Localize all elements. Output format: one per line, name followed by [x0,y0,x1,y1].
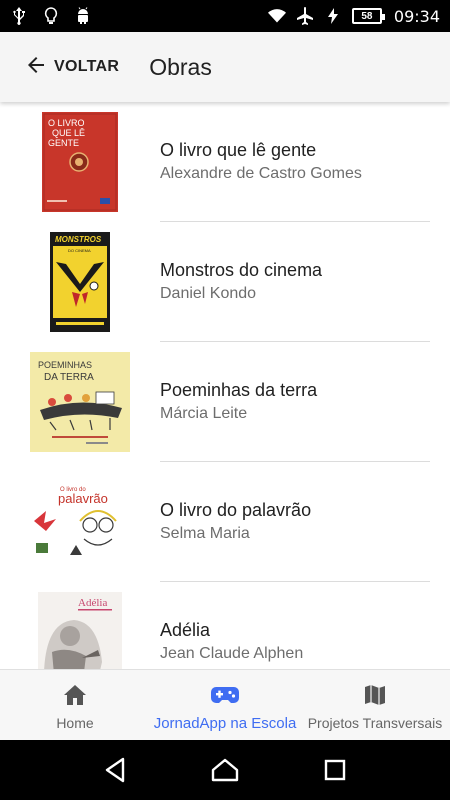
android-icon [74,7,92,25]
app-bar: VOLTAR Obras [0,32,450,102]
book-cover: O LIVRO QUE LÊ GENTE [42,112,118,212]
book-title: O livro que lê gente [160,140,317,160]
book-text: Monstros do cinema Daniel Kondo [160,259,322,305]
usb-icon [10,7,28,25]
cover-text: DA TERRA [44,372,94,383]
book-list: O LIVRO QUE LÊ GENTE O livro que lê gent… [0,102,450,669]
home-icon [62,682,88,708]
book-item[interactable]: O livro do palavrão O livro do palavrão … [0,462,450,582]
book-text: O livro que lê gente Alexandre de Castro… [160,139,362,185]
map-icon [363,682,387,708]
charging-icon [324,7,342,25]
system-home-button[interactable] [205,750,245,790]
book-text: O livro do palavrão Selma Maria [160,499,311,545]
book-author: Jean Claude Alphen [160,645,304,662]
book-item[interactable]: Adélia Adélia Jean Claude Alphen [0,582,450,669]
back-button[interactable]: VOLTAR [24,43,119,91]
page-title: Obras [149,53,212,80]
nav-item-home[interactable]: Home [0,670,150,741]
book-author: Alexandre de Castro Gomes [160,165,362,182]
wifi-icon [267,7,286,25]
cover-text: GENTE [48,138,79,148]
cover-text: POEMINHAS [38,360,92,370]
cover-slot: MONSTROS DO CINEMA [0,222,160,342]
nav-label: JornadApp na Escola [153,715,297,732]
cover-slot: O LIVRO QUE LÊ GENTE [0,102,160,222]
book-item[interactable]: POEMINHAS DA TERRA Poeminhas da terra Má… [0,342,450,462]
book-author: Selma Maria [160,525,250,542]
cover-slot: Adélia [0,582,160,669]
status-system: 58 09:34 [267,6,440,26]
nav-item-jornadapp[interactable]: JornadApp na Escola [150,670,300,741]
back-label: VOLTAR [54,58,120,75]
airplane-icon [296,7,314,25]
book-text: Poeminhas da terra Márcia Leite [160,379,317,425]
square-recents-icon [324,759,346,781]
home-outline-icon [211,758,239,782]
status-notifications [10,7,92,25]
book-title: Adélia [160,620,211,640]
book-cover: POEMINHAS DA TERRA [30,352,130,452]
nav-item-projetos[interactable]: Projetos Transversais [300,670,450,741]
cover-text: Adélia [78,597,107,609]
book-author: Márcia Leite [160,405,248,422]
system-nav [0,740,450,800]
cover-slot: POEMINHAS DA TERRA [0,342,160,462]
cover-text: DO CINEMA [68,248,91,253]
book-title: Monstros do cinema [160,260,323,280]
cover-text: QUE LÊ [52,128,85,138]
system-back-button[interactable] [95,750,135,790]
cover-text: O LIVRO [48,118,85,128]
book-item[interactable]: MONSTROS DO CINEMA Monstros do cinema Da… [0,222,450,342]
cover-text: MONSTROS [55,235,102,244]
book-title: Poeminhas da terra [160,380,318,400]
bulb-icon [42,7,60,25]
cover-slot: O livro do palavrão [0,462,160,582]
book-cover: MONSTROS DO CINEMA [50,232,110,332]
book-author: Daniel Kondo [160,285,257,302]
system-recents-button[interactable] [315,750,355,790]
bottom-nav: Home JornadApp na Escola Projetos Transv… [0,669,450,740]
triangle-back-icon [105,757,125,783]
book-title: O livro do palavrão [160,500,312,520]
status-bar: 58 09:34 [0,0,450,32]
book-item[interactable]: O LIVRO QUE LÊ GENTE O livro que lê gent… [0,102,450,222]
arrow-left-icon [24,53,48,82]
nav-label: Projetos Transversais [307,715,443,731]
phone-screen: 58 09:34 VOLTAR Obras O LIVRO QUE LÊ GEN [0,0,450,800]
book-cover: Adélia [38,592,122,669]
book-cover: O livro do palavrão [30,481,130,563]
cover-text: palavrão [58,491,108,506]
nav-label: Home [56,715,94,731]
battery-icon: 58 [351,8,385,24]
clock: 09:34 [393,6,440,26]
gamepad-icon [211,682,239,708]
battery-level: 58 [361,10,373,22]
book-text: Adélia Jean Claude Alphen [160,619,303,665]
